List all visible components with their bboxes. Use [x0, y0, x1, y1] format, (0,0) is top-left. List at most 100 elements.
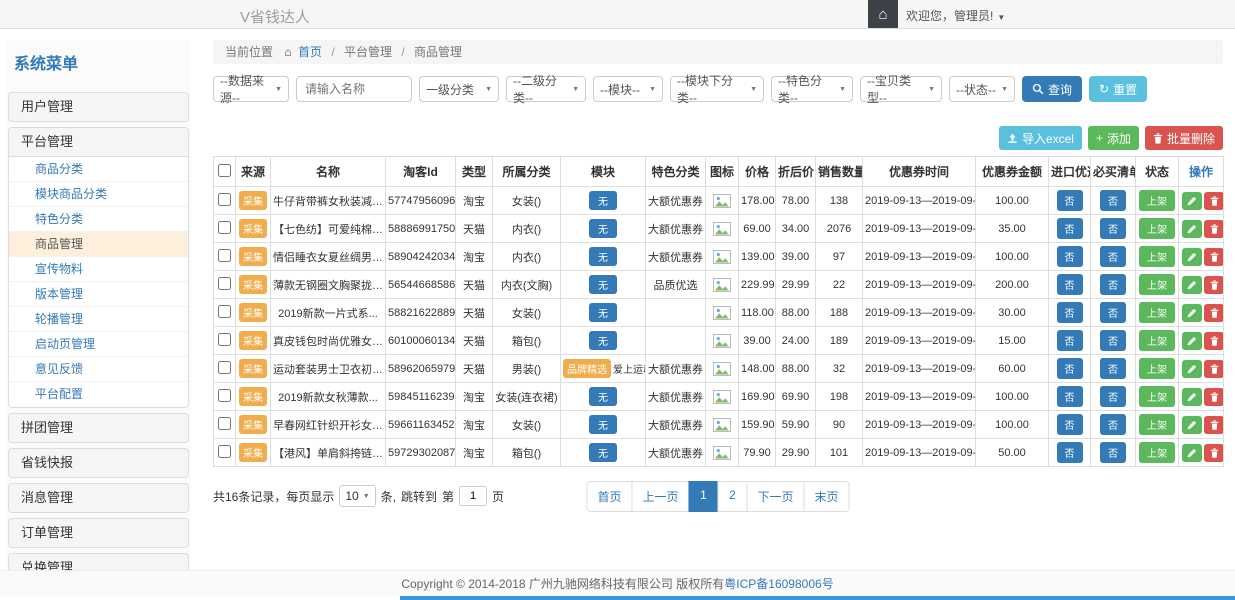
edit-button[interactable]: [1182, 220, 1202, 238]
edit-button[interactable]: [1182, 416, 1202, 434]
edit-button[interactable]: [1182, 444, 1202, 462]
sidebar-item-0[interactable]: 用户管理: [9, 93, 188, 121]
sidebar-item-3[interactable]: 省钱快报: [9, 449, 188, 477]
row-checkbox[interactable]: [218, 333, 231, 346]
import-select-toggle[interactable]: 否: [1057, 190, 1083, 211]
delete-button[interactable]: [1204, 248, 1224, 266]
sidebar-subitem-5[interactable]: 版本管理: [9, 282, 188, 307]
edit-button[interactable]: [1182, 332, 1202, 350]
first-page-button[interactable]: 首页: [586, 481, 632, 512]
status-button[interactable]: 上架: [1139, 218, 1175, 239]
module-filter[interactable]: --模块--▼: [593, 76, 663, 102]
sidebar-subitem-9[interactable]: 平台配置: [9, 382, 188, 407]
sidebar-subitem-8[interactable]: 意见反馈: [9, 357, 188, 382]
item-type-filter[interactable]: --宝贝类型--▼: [860, 76, 942, 102]
next-page-button[interactable]: 下一页: [747, 481, 805, 512]
import-select-toggle[interactable]: 否: [1057, 302, 1083, 323]
status-button[interactable]: 上架: [1139, 246, 1175, 267]
per-page-select[interactable]: 10▼: [339, 485, 375, 507]
edit-button[interactable]: [1182, 276, 1202, 294]
must-buy-toggle[interactable]: 否: [1100, 302, 1126, 323]
edit-button[interactable]: [1182, 388, 1202, 406]
sidebar-subitem-4[interactable]: 宣传物料: [9, 257, 188, 282]
delete-button[interactable]: [1204, 444, 1224, 462]
icp-link[interactable]: 粤ICP备16098006号: [724, 575, 833, 592]
home-button[interactable]: ⌂: [868, 0, 898, 28]
level1-category-filter[interactable]: 一级分类▼: [419, 76, 499, 102]
row-checkbox[interactable]: [218, 445, 231, 458]
import-select-toggle[interactable]: 否: [1057, 246, 1083, 267]
must-buy-toggle[interactable]: 否: [1100, 358, 1126, 379]
row-checkbox[interactable]: [218, 361, 231, 374]
delete-button[interactable]: [1204, 220, 1224, 238]
row-checkbox[interactable]: [218, 389, 231, 402]
horizontal-scrollbar[interactable]: [400, 596, 1235, 600]
status-button[interactable]: 上架: [1139, 414, 1175, 435]
row-checkbox[interactable]: [218, 305, 231, 318]
row-checkbox[interactable]: [218, 249, 231, 262]
must-buy-toggle[interactable]: 否: [1100, 218, 1126, 239]
sidebar-subitem-6[interactable]: 轮播管理: [9, 307, 188, 332]
must-buy-toggle[interactable]: 否: [1100, 190, 1126, 211]
must-buy-toggle[interactable]: 否: [1100, 386, 1126, 407]
row-checkbox[interactable]: [218, 417, 231, 430]
delete-button[interactable]: [1204, 388, 1224, 406]
import-select-toggle[interactable]: 否: [1057, 386, 1083, 407]
import-excel-button[interactable]: 导入excel: [999, 126, 1082, 150]
status-button[interactable]: 上架: [1139, 302, 1175, 323]
must-buy-toggle[interactable]: 否: [1100, 274, 1126, 295]
edit-button[interactable]: [1182, 304, 1202, 322]
page-number-button[interactable]: 1: [689, 481, 719, 512]
must-buy-toggle[interactable]: 否: [1100, 414, 1126, 435]
module-subcategory-filter[interactable]: --模块下分类--▼: [670, 76, 764, 102]
status-button[interactable]: 上架: [1139, 386, 1175, 407]
delete-button[interactable]: [1204, 276, 1224, 294]
must-buy-toggle[interactable]: 否: [1100, 330, 1126, 351]
status-button[interactable]: 上架: [1139, 190, 1175, 211]
import-select-toggle[interactable]: 否: [1057, 330, 1083, 351]
sidebar-subitem-7[interactable]: 启动页管理: [9, 332, 188, 357]
sidebar-item-5[interactable]: 订单管理: [9, 519, 188, 547]
import-select-toggle[interactable]: 否: [1057, 414, 1083, 435]
edit-button[interactable]: [1182, 360, 1202, 378]
delete-button[interactable]: [1204, 416, 1224, 434]
page-number-button[interactable]: 2: [718, 481, 748, 512]
row-checkbox[interactable]: [218, 221, 231, 234]
import-select-toggle[interactable]: 否: [1057, 358, 1083, 379]
level2-category-filter[interactable]: --二级分类--▼: [506, 76, 586, 102]
row-checkbox[interactable]: [218, 277, 231, 290]
import-select-toggle[interactable]: 否: [1057, 274, 1083, 295]
must-buy-toggle[interactable]: 否: [1100, 442, 1126, 463]
breadcrumb-home-link[interactable]: 首页: [298, 45, 322, 59]
status-button[interactable]: 上架: [1139, 274, 1175, 295]
feature-category-filter[interactable]: --特色分类--▼: [771, 76, 853, 102]
sidebar-subitem-3[interactable]: 商品管理: [9, 232, 188, 257]
import-select-toggle[interactable]: 否: [1057, 218, 1083, 239]
status-button[interactable]: 上架: [1139, 358, 1175, 379]
row-checkbox[interactable]: [218, 193, 231, 206]
must-buy-toggle[interactable]: 否: [1100, 246, 1126, 267]
sidebar-item-4[interactable]: 消息管理: [9, 484, 188, 512]
jump-page-input[interactable]: [459, 486, 487, 506]
user-menu[interactable]: 欢迎您，管理员!▼: [906, 7, 1005, 24]
sidebar-subitem-1[interactable]: 模块商品分类: [9, 182, 188, 207]
sidebar-subitem-2[interactable]: 特色分类: [9, 207, 188, 232]
search-button[interactable]: 查询: [1022, 76, 1082, 102]
batch-delete-button[interactable]: 批量删除: [1145, 126, 1223, 150]
data-source-filter[interactable]: --数据来源--▼: [213, 76, 289, 102]
sidebar-subitem-0[interactable]: 商品分类: [9, 157, 188, 182]
sidebar-item-2[interactable]: 拼团管理: [9, 414, 188, 442]
delete-button[interactable]: [1204, 192, 1224, 210]
add-button[interactable]: + 添加: [1088, 126, 1139, 150]
select-all-checkbox[interactable]: [218, 164, 231, 177]
status-button[interactable]: 上架: [1139, 442, 1175, 463]
delete-button[interactable]: [1204, 360, 1224, 378]
status-filter[interactable]: --状态--▼: [949, 76, 1015, 102]
last-page-button[interactable]: 末页: [804, 481, 850, 512]
import-select-toggle[interactable]: 否: [1057, 442, 1083, 463]
status-button[interactable]: 上架: [1139, 330, 1175, 351]
prev-page-button[interactable]: 上一页: [631, 481, 689, 512]
delete-button[interactable]: [1204, 332, 1224, 350]
sidebar-item-1[interactable]: 平台管理: [9, 128, 188, 156]
name-search-input[interactable]: [296, 76, 412, 102]
